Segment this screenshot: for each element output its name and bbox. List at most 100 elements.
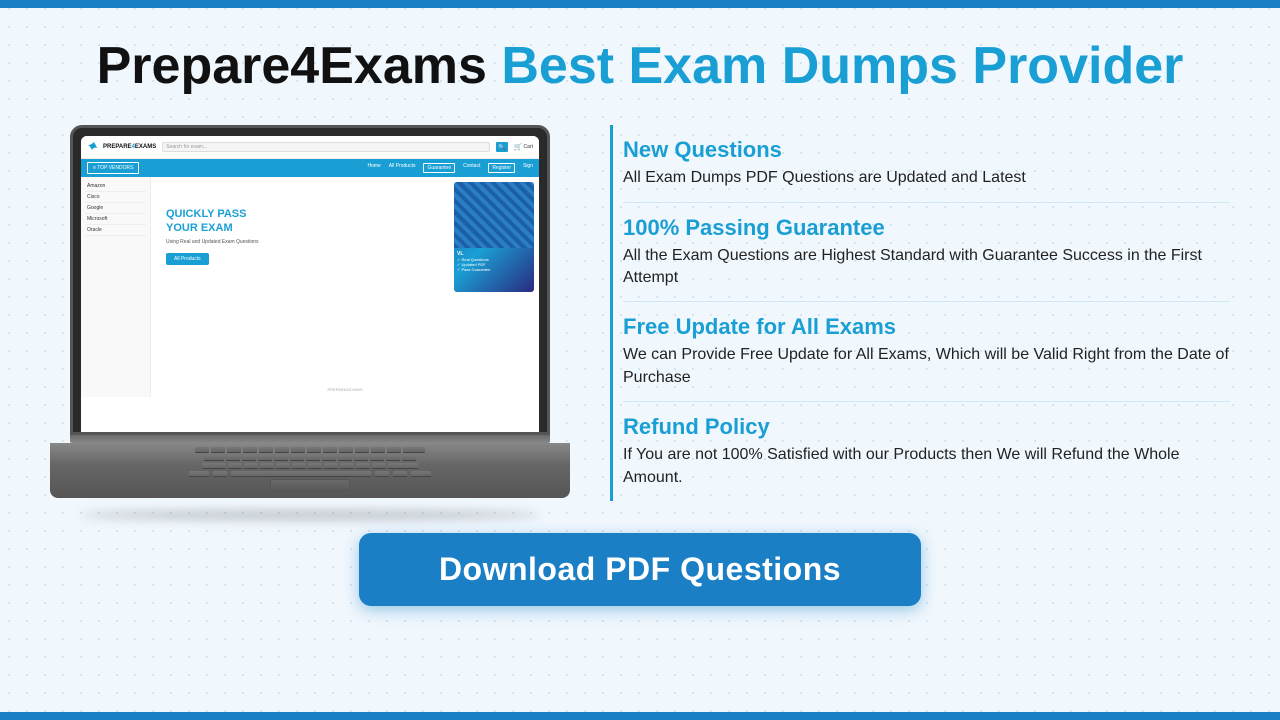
feature-title-passing-guarantee: 100% Passing Guarantee	[623, 215, 1230, 241]
nav-vendors-btn[interactable]: ≡ TOP VENDORS	[87, 162, 139, 174]
key-ctrl	[189, 471, 209, 477]
key	[243, 447, 257, 453]
bottom-bar	[0, 712, 1280, 720]
top-bar	[0, 0, 1280, 8]
key	[226, 455, 240, 461]
key	[228, 463, 242, 469]
key	[244, 463, 258, 469]
feature-desc-new-questions: All Exam Dumps PDF Questions are Updated…	[623, 167, 1230, 189]
key-alt-r	[375, 471, 389, 477]
laptop-wrapper: PREPARE4EXAMS Search for exam... 🔍 🛒	[50, 125, 570, 515]
screen-watermark: PREPARE4EXAMS	[327, 387, 362, 392]
key	[371, 447, 385, 453]
nav-guarantee[interactable]: Guarantee	[423, 163, 455, 173]
key	[242, 455, 256, 461]
tagline: Best Exam Dumps Provider	[501, 37, 1183, 95]
key	[307, 447, 321, 453]
key	[308, 463, 322, 469]
touchpad[interactable]	[270, 479, 350, 491]
page-title: Prepare4Exams Best Exam Dumps Provider	[50, 38, 1230, 95]
key	[227, 447, 241, 453]
nav-register[interactable]: Register	[488, 163, 515, 173]
key	[322, 455, 336, 461]
key	[388, 463, 418, 469]
site-logo-text: PREPARE4EXAMS	[103, 144, 156, 150]
header: Prepare4Exams Best Exam Dumps Provider	[50, 20, 1230, 115]
feature-title-free-update: Free Update for All Exams	[623, 314, 1230, 340]
key	[323, 447, 337, 453]
feature-desc-refund: If You are not 100% Satisfied with our P…	[623, 444, 1230, 489]
feature-desc-passing-guarantee: All the Exam Questions are Highest Stand…	[623, 245, 1230, 290]
key	[338, 455, 352, 461]
key	[306, 455, 320, 461]
keyboard-row-1	[70, 447, 550, 453]
site-search-bar[interactable]: Search for exam...	[162, 142, 490, 152]
site-header: PREPARE4EXAMS Search for exam... 🔍 🛒	[81, 136, 539, 159]
feature-free-update: Free Update for All Exams We can Provide…	[623, 302, 1230, 402]
keyboard-row-3	[70, 463, 550, 469]
key	[402, 455, 416, 461]
key	[290, 455, 304, 461]
laptop-keyboard	[50, 443, 570, 498]
key	[211, 447, 225, 453]
nav-home[interactable]: Home	[367, 163, 380, 173]
key	[386, 455, 400, 461]
key-space	[231, 471, 371, 477]
brand-name: Prepare4Exams	[97, 37, 487, 95]
key	[356, 463, 370, 469]
site-body: Amazon Cisco Google Microsoft Oracle QUI…	[81, 177, 539, 397]
product-box-image: VL ✓ Real Questions ✓ Updated PDF ✓ Pass…	[454, 182, 534, 292]
key-alt	[213, 471, 227, 477]
keyboard-rows	[50, 443, 570, 469]
key	[275, 447, 289, 453]
nav-links: Home All Products Guarantee Contact Regi…	[367, 163, 533, 173]
feature-passing-guarantee: 100% Passing Guarantee All the Exam Ques…	[623, 203, 1230, 303]
sidebar-google[interactable]: Google	[85, 203, 146, 214]
key	[274, 455, 288, 461]
key-fn	[393, 471, 407, 477]
main-container: Prepare4Exams Best Exam Dumps Provider	[20, 0, 1260, 626]
site-search-button[interactable]: 🔍	[496, 142, 508, 152]
laptop-shadow	[80, 510, 540, 520]
key	[204, 455, 224, 461]
key	[259, 447, 273, 453]
keyboard-row-2	[70, 455, 550, 461]
main-content: PREPARE4EXAMS Search for exam... 🔍 🛒	[50, 125, 1230, 515]
key	[260, 463, 274, 469]
download-pdf-button[interactable]: Download PDF Questions	[359, 533, 921, 606]
nav-products[interactable]: All Products	[389, 163, 416, 173]
nav-contact[interactable]: Contact	[463, 163, 480, 173]
feature-title-refund: Refund Policy	[623, 414, 1230, 440]
sidebar-microsoft[interactable]: Microsoft	[85, 214, 146, 225]
key	[372, 463, 386, 469]
product-box-text: VL ✓ Real Questions ✓ Updated PDF ✓ Pass…	[454, 248, 534, 275]
laptop-body: PREPARE4EXAMS Search for exam... 🔍 🛒	[50, 125, 570, 515]
site-nav: ≡ TOP VENDORS Home All Products Guarante…	[81, 159, 539, 177]
site-sidebar: Amazon Cisco Google Microsoft Oracle	[81, 177, 151, 397]
touchpad-row	[50, 479, 570, 491]
logo-bird-icon	[87, 140, 101, 154]
hero-all-products-btn[interactable]: All Products	[166, 253, 209, 265]
hero-subtitle: Using Real and Updated Exam Questions	[166, 239, 259, 245]
key	[276, 463, 290, 469]
key	[387, 447, 401, 453]
key	[340, 463, 354, 469]
laptop-base	[50, 435, 570, 505]
feature-new-questions: New Questions All Exam Dumps PDF Questio…	[623, 125, 1230, 202]
sidebar-cisco[interactable]: Cisco	[85, 192, 146, 203]
key	[370, 455, 384, 461]
sidebar-amazon[interactable]: Amazon	[85, 181, 146, 192]
laptop-screen-inner: PREPARE4EXAMS Search for exam... 🔍 🛒	[81, 136, 539, 432]
laptop-screen-outer: PREPARE4EXAMS Search for exam... 🔍 🛒	[70, 125, 550, 435]
key	[355, 447, 369, 453]
site-logo: PREPARE4EXAMS	[87, 140, 156, 154]
nav-sign[interactable]: Sign	[523, 163, 533, 173]
sidebar-oracle[interactable]: Oracle	[85, 225, 146, 236]
key	[291, 447, 305, 453]
hero-text: QUICKLY PASSYOUR EXAM Using Real and Upd…	[166, 207, 259, 265]
feature-refund-policy: Refund Policy If You are not 100% Satisf…	[623, 402, 1230, 501]
spacebar-row	[50, 471, 570, 477]
key	[324, 463, 338, 469]
site-cart[interactable]: 🛒 Cart	[514, 143, 533, 151]
key	[403, 447, 425, 453]
